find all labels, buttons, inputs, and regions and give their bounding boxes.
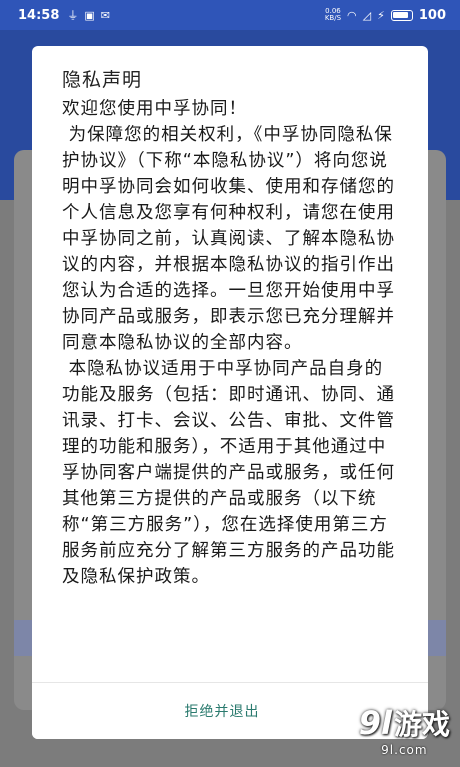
net-speed: 0.06 KB/S (325, 8, 341, 22)
charging-icon: ⚡ (377, 8, 385, 22)
mail-icon: ✉ (100, 8, 111, 22)
watermark-logo: 9l (358, 704, 392, 742)
dialog-title: 隐私声明 (62, 69, 143, 91)
wifi-icon: ◠ (347, 8, 357, 22)
paragraph-welcome: 欢迎您使用中孚协同！ (62, 99, 247, 119)
decline-exit-button[interactable]: 拒绝并退出 (175, 695, 270, 727)
battery-icon (390, 9, 413, 21)
signal-icon: ◿ (362, 8, 372, 22)
watermark-main: 9l 游戏 (359, 703, 450, 743)
paragraph-scope: 本隐私协议适用于中孚协同产品自身的功能及服务（包括：即时通讯、协同、通讯录、打卡… (62, 359, 395, 587)
status-time: 14:58 (18, 7, 60, 23)
battery-level: 100 (418, 7, 446, 23)
usb-icon: ⏚ (67, 9, 79, 22)
paragraph-intro: 为保障您的相关权利，《中孚协同隐私保护协议》（下称“本隐私协议”）将向您说明中孚… (62, 125, 395, 353)
watermark-text: 游戏 (393, 708, 450, 741)
watermark-url: 9l.com (381, 743, 428, 757)
privacy-dialog: 隐私声明 欢迎您使用中孚协同！ 为保障您的相关权利，《中孚协同隐私保护协议》（下… (32, 46, 428, 739)
dialog-body[interactable]: 欢迎您使用中孚协同！ 为保障您的相关权利，《中孚协同隐私保护协议》（下称“本隐私… (62, 96, 398, 736)
status-bar: 14:58 ⏚ ▣ ✉ 0.06 KB/S ◠ ◿ ⚡ 100 (0, 0, 460, 30)
watermark: 9l 游戏 9l.com (359, 703, 450, 757)
net-speed-unit: KB/S (324, 14, 342, 22)
android-icon: ▣ (84, 8, 95, 22)
